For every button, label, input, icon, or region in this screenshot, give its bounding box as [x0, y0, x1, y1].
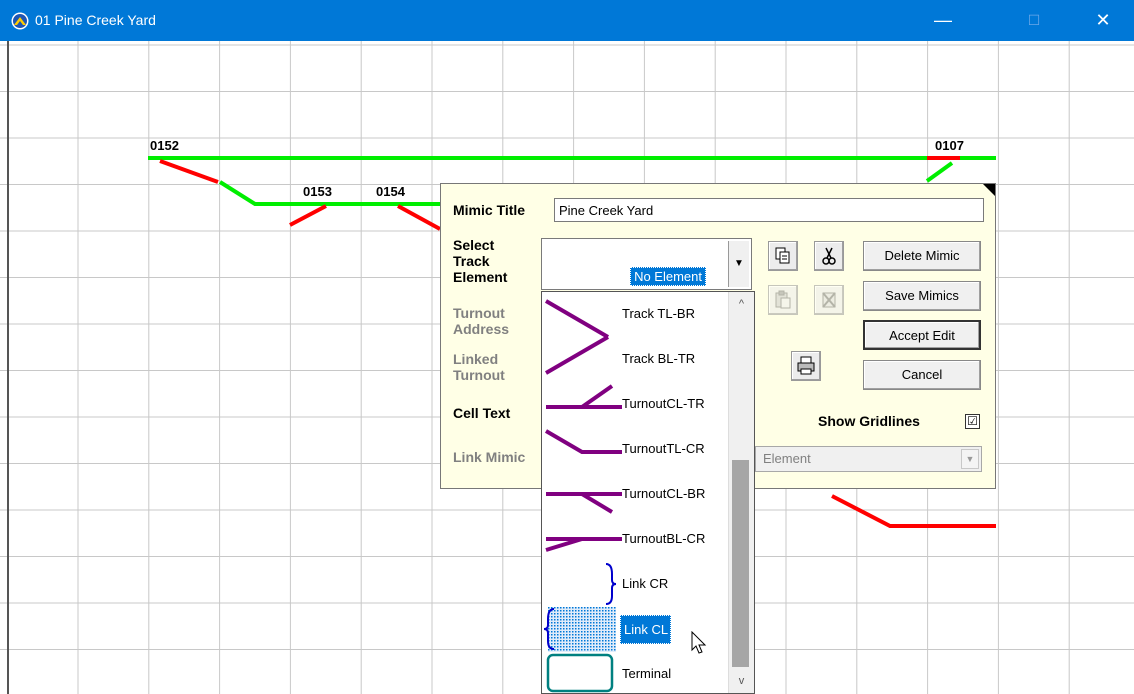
- list-item-track-bl-tr[interactable]: Track BL-TR: [542, 337, 728, 382]
- copy-icon: [775, 247, 790, 264]
- cell-text-0154: 0154: [376, 184, 405, 199]
- turnout-address-label-line1: Turnout: [453, 305, 505, 321]
- list-item-turnout-bl-cr[interactable]: TurnoutBL-CR: [542, 517, 728, 562]
- cell-text-0153: 0153: [303, 184, 332, 199]
- turnout-address-label-line2: Address: [453, 321, 510, 337]
- link-cr-icon: [605, 563, 617, 605]
- minimize-button[interactable]: —: [920, 0, 966, 41]
- track-segment-0154-occupied[interactable]: [397, 204, 441, 231]
- title-bar: 01 Pine Creek Yard — ☐ ✕: [0, 0, 1134, 41]
- save-mimics-button[interactable]: Save Mimics: [863, 281, 981, 311]
- list-item-terminal[interactable]: Terminal: [542, 652, 728, 693]
- cell-text-0152: 0152: [150, 138, 179, 153]
- track-segment-0152-occupied[interactable]: [159, 159, 219, 184]
- list-item-turnout-tl-cr[interactable]: TurnoutTL-CR: [542, 427, 728, 472]
- turnout-cl-br-icon: [546, 492, 622, 514]
- track-segment-right-occupied[interactable]: [831, 494, 996, 528]
- show-gridlines-checkbox[interactable]: ☑: [965, 414, 980, 429]
- scroll-thumb[interactable]: [732, 460, 749, 667]
- delete-mimic-button[interactable]: Delete Mimic: [863, 241, 981, 271]
- cancel-button[interactable]: Cancel: [863, 360, 981, 390]
- close-button[interactable]: ✕: [1080, 0, 1126, 41]
- track-tl-br-icon: [544, 299, 610, 337]
- select-track-label-line3: Element: [453, 269, 508, 285]
- list-item-link-cl[interactable]: Link CL: [542, 607, 728, 654]
- list-item-turnout-cl-br[interactable]: TurnoutCL-BR: [542, 472, 728, 517]
- accept-edit-button[interactable]: Accept Edit: [863, 320, 981, 350]
- cell-text-label: Cell Text: [453, 405, 511, 421]
- print-icon: [797, 356, 815, 375]
- combo-dropdown-arrow-icon[interactable]: ▼: [728, 241, 749, 287]
- linked-turnout-label-line1: Linked: [453, 351, 499, 367]
- scroll-down-icon[interactable]: v: [729, 671, 754, 691]
- select-track-label-line1: Select: [453, 237, 495, 253]
- link-mimic-label: Link Mimic: [453, 449, 526, 465]
- link-mimic-value: Element: [763, 451, 811, 466]
- track-element-value: No Element: [630, 267, 706, 286]
- track-element-dropdown-list[interactable]: Track TL-BR Track BL-TR TurnoutCL-TR Tur…: [541, 291, 755, 694]
- cut-button[interactable]: [814, 241, 844, 271]
- list-item-link-cr[interactable]: Link CR: [542, 562, 728, 607]
- link-mimic-dropdown-arrow-icon[interactable]: ▼: [961, 449, 979, 469]
- turnout-bl-cr-icon: [545, 537, 622, 552]
- track-element-combo[interactable]: No Element ▼: [541, 238, 752, 290]
- list-item-track-tl-br[interactable]: Track TL-BR: [542, 292, 728, 337]
- link-cl-icon: [543, 607, 616, 652]
- select-track-label-line2: Track: [453, 253, 490, 269]
- paste-icon: [775, 290, 791, 309]
- delete-icon: [822, 292, 836, 308]
- copy-button[interactable]: [768, 241, 798, 271]
- mimic-title-input[interactable]: [554, 198, 984, 222]
- scroll-up-icon[interactable]: ^: [729, 294, 754, 314]
- maximize-button[interactable]: ☐: [1011, 0, 1057, 41]
- list-item-turnout-cl-tr[interactable]: TurnoutCL-TR: [542, 382, 728, 427]
- mimic-title-label: Mimic Title: [453, 202, 526, 218]
- turnout-cl-tr-icon: [546, 384, 622, 409]
- linked-turnout-label-line2: Turnout: [453, 367, 505, 383]
- print-button[interactable]: [791, 351, 821, 381]
- track-segment-0107-branch[interactable]: [925, 161, 954, 183]
- app-icon: [11, 12, 29, 30]
- paste-button[interactable]: [768, 285, 798, 315]
- show-gridlines-label: Show Gridlines: [818, 413, 920, 429]
- delete-element-button[interactable]: [814, 285, 844, 315]
- terminal-icon: [546, 653, 614, 693]
- dropdown-scrollbar[interactable]: ^ v: [728, 292, 754, 693]
- cut-icon: [822, 247, 836, 265]
- cell-text-0107: 0107: [935, 138, 964, 153]
- track-segment-0153-occupied[interactable]: [289, 204, 327, 227]
- track-bl-tr-icon: [544, 337, 610, 375]
- window-title: 01 Pine Creek Yard: [35, 12, 156, 28]
- corner-marker-icon: [983, 184, 995, 196]
- turnout-tl-cr-icon: [544, 429, 622, 454]
- link-mimic-select[interactable]: Element ▼: [755, 446, 982, 472]
